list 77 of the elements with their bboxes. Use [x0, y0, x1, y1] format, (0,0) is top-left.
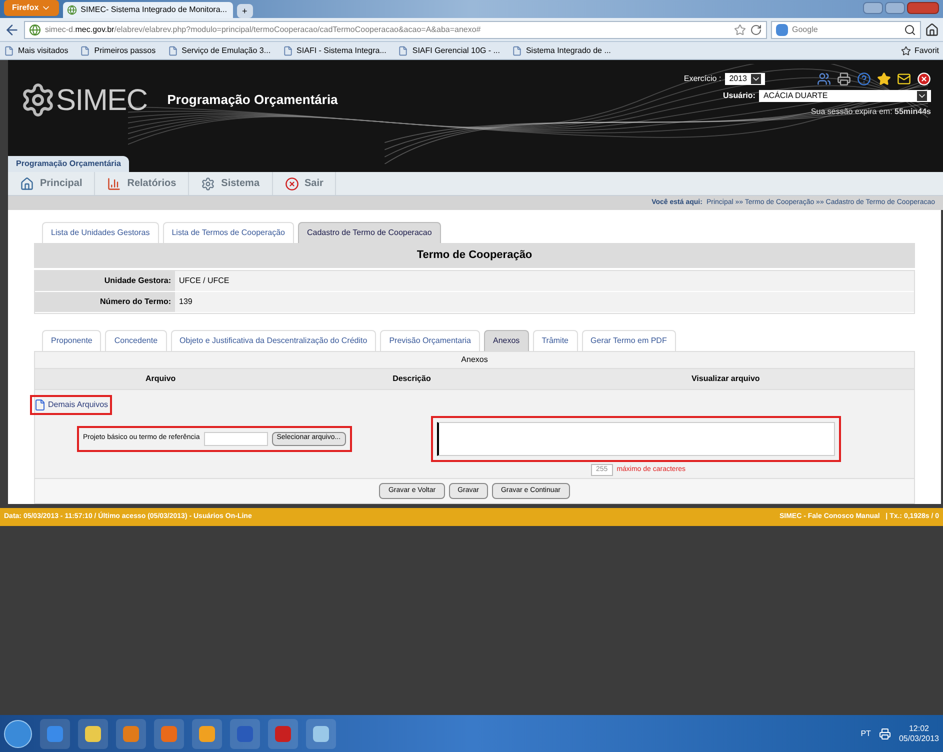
field-label: Número do Termo: — [35, 292, 175, 312]
menu-item[interactable]: Principal — [8, 172, 96, 195]
search-icon[interactable] — [904, 24, 916, 36]
form-title: Termo de Cooperação — [34, 243, 915, 270]
column-header: Descrição — [392, 372, 432, 385]
taskbar-app-icon[interactable] — [306, 718, 336, 748]
module-tab[interactable]: Programação Orçamentária — [8, 156, 129, 172]
exit-icon — [284, 176, 299, 190]
column-header: Visualizar arquivo — [690, 372, 761, 385]
address-field[interactable]: simec-d.mec.gov.br/elabrev/elabrev.php?modulo=principal/termoCooperacao/cadTermoCooperacao&acao=A&aba=anexo# — [24, 20, 767, 38]
user-select[interactable]: ACÁCIA DUARTE — [759, 90, 931, 102]
printer-icon[interactable] — [837, 72, 851, 86]
tab[interactable]: Lista de Termos de Cooperação — [162, 222, 294, 243]
taskbar-app-icon[interactable] — [192, 718, 222, 748]
star-icon[interactable] — [877, 72, 891, 86]
favorites-button[interactable]: Favorit — [900, 44, 939, 56]
usuario-label: Usuário: — [723, 90, 756, 102]
back-icon[interactable] — [4, 22, 20, 38]
dropdown-icon — [917, 91, 927, 101]
bookmark-star-icon[interactable] — [734, 24, 746, 36]
taskbar-app-icon[interactable] — [116, 718, 146, 748]
browser-tab[interactable]: SIMEC- Sistema Integrado de Monitora... — [62, 2, 233, 18]
star-icon — [900, 46, 911, 56]
bookmark-link[interactable]: SIAFI Gerencial 10G - ... — [398, 44, 500, 56]
new-tab-button[interactable]: + — [236, 4, 253, 18]
reload-icon[interactable] — [750, 24, 762, 36]
clock-date: 05/03/2013 — [898, 734, 939, 744]
tab[interactable]: Objeto e Justificativa da Descentralização do Crédito — [170, 330, 376, 350]
url-text: simec-d.mec.gov.br/elabrev/elabrev.php?modulo=principal/termoCooperacao/cadTermoCooperacao&acao=A&aba=anexo# — [45, 24, 481, 36]
session-text: Sua sessão expira em: 55min44s — [810, 106, 931, 118]
bookmark-link[interactable]: Serviço de Emulação 3... — [168, 44, 271, 56]
tab[interactable]: Cadastro de Termo de Cooperacao — [298, 222, 441, 243]
tray-printer-icon[interactable] — [878, 728, 891, 740]
field-value: UFCE / UFCE — [178, 274, 230, 286]
menu-item[interactable]: Relatórios — [95, 172, 190, 195]
clock-time: 12:02 — [908, 724, 929, 734]
bookmark-link[interactable]: Sistema Integrado de ... — [512, 44, 611, 56]
file-icon — [34, 398, 46, 410]
users-icon[interactable] — [817, 72, 831, 86]
search-field[interactable]: Google — [771, 20, 921, 38]
home-icon[interactable] — [925, 22, 939, 36]
dropdown-icon — [751, 74, 761, 84]
tab[interactable]: Previsão Orçamentaria — [380, 330, 480, 350]
demais-arquivos-link[interactable]: Demais Arquivos — [30, 394, 112, 414]
exercicio-label: Exercício : — [684, 73, 722, 85]
bookmark-link[interactable]: Mais visitados — [4, 44, 68, 56]
tab[interactable]: Gerar Termo em PDF — [582, 330, 676, 350]
menu-item[interactable]: Sistema — [189, 172, 273, 195]
bookmark-link[interactable]: Primeiros passos — [80, 44, 156, 56]
close-icon[interactable] — [917, 72, 931, 86]
close-button[interactable] — [907, 2, 939, 14]
menu-item[interactable]: Sair — [272, 172, 336, 195]
app-title: Programação Orçamentária — [167, 91, 338, 110]
logo-text: SIMEC — [56, 82, 148, 118]
year-select[interactable]: 2013 — [725, 73, 765, 85]
column-header: Arquivo — [144, 372, 177, 385]
help-icon[interactable] — [857, 72, 871, 86]
home-icon — [20, 176, 34, 190]
start-button[interactable] — [4, 720, 32, 748]
site-icon — [29, 24, 41, 36]
gear-icon — [20, 82, 56, 118]
file-field[interactable] — [204, 432, 268, 446]
tab[interactable]: Anexos — [484, 330, 529, 350]
tab[interactable]: Proponente — [42, 330, 102, 350]
language-indicator[interactable]: PT — [860, 728, 871, 740]
mail-icon[interactable] — [897, 72, 911, 86]
taskbar-app-icon[interactable] — [78, 718, 108, 748]
tab[interactable]: Trâmite — [532, 330, 578, 350]
tab[interactable]: Lista de Unidades Gestoras — [42, 222, 159, 243]
description-field[interactable] — [437, 422, 835, 456]
bookmark-link[interactable]: SIAFI - Sistema Integra... — [282, 44, 386, 56]
field-value: 139 — [178, 296, 192, 308]
settings-icon — [201, 176, 216, 190]
tab[interactable]: Concedente — [105, 330, 167, 350]
chart-icon — [107, 176, 122, 190]
search-placeholder: Google — [792, 24, 819, 36]
field-label: Unidade Gestora: — [35, 270, 175, 290]
